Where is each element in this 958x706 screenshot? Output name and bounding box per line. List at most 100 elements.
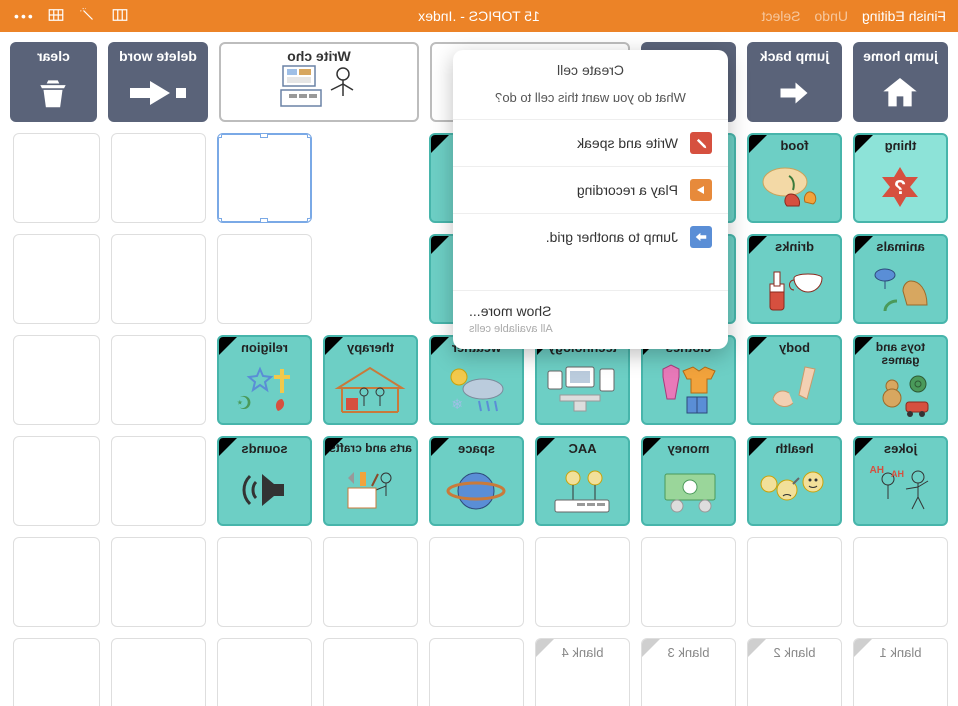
empty-cell[interactable] xyxy=(13,335,100,425)
sounds-icon xyxy=(222,458,307,521)
fold-icon xyxy=(536,639,554,657)
religion-icon: ☪ xyxy=(222,357,307,420)
topic-money[interactable]: money xyxy=(641,436,736,526)
cmd-label: jump back xyxy=(760,48,829,64)
empty-cell[interactable] xyxy=(111,234,206,324)
blank-label: blank 3 xyxy=(668,645,710,660)
drinks-icon xyxy=(752,256,837,319)
topic-religion[interactable]: religion ☪ xyxy=(217,335,312,425)
empty-cell[interactable] xyxy=(111,133,206,223)
topic-jokes[interactable]: jokes HAHA xyxy=(853,436,948,526)
option-play-recording[interactable]: Play a recording xyxy=(453,167,728,213)
fold-icon xyxy=(325,337,343,355)
question-icon: ? xyxy=(858,155,943,218)
topic-label: sounds xyxy=(241,442,287,456)
show-more-button[interactable]: Show more... xyxy=(453,291,728,323)
empty-cell[interactable] xyxy=(13,537,100,627)
fold-icon xyxy=(537,438,555,456)
empty-cell[interactable] xyxy=(13,133,100,223)
blank-cell-3[interactable]: blank 3 xyxy=(641,638,736,706)
popup-question: What do you want this cell to do? xyxy=(453,86,728,119)
fold-icon xyxy=(749,337,767,355)
empty-cell[interactable] xyxy=(429,638,524,706)
topic-animals[interactable]: animals xyxy=(853,234,948,324)
cmd-delete-word[interactable]: delete word xyxy=(108,42,208,122)
empty-cell-selected[interactable] xyxy=(217,133,312,223)
fold-icon xyxy=(749,438,767,456)
trash-icon xyxy=(14,68,93,118)
empty-cell[interactable] xyxy=(111,537,206,627)
select-button[interactable]: Select xyxy=(762,8,801,24)
blank-label: blank 4 xyxy=(562,645,604,660)
empty-cell[interactable] xyxy=(111,638,206,706)
empty-cell[interactable] xyxy=(217,537,312,627)
option-label: Jump to another grid. xyxy=(546,229,678,245)
cmd-jump-home[interactable]: jump home xyxy=(853,42,948,122)
topic-aac[interactable]: AAC xyxy=(535,436,630,526)
space-icon xyxy=(434,458,519,521)
empty-cell[interactable] xyxy=(111,335,206,425)
empty-cell[interactable] xyxy=(217,638,312,706)
empty-cell[interactable] xyxy=(13,234,100,324)
empty-cell[interactable] xyxy=(13,436,100,526)
finish-editing-button[interactable]: Finish Editing xyxy=(862,8,946,24)
cmd-label: Write cho xyxy=(287,48,351,64)
empty-cell[interactable] xyxy=(535,537,630,627)
topic-therapy[interactable]: therapy xyxy=(323,335,418,425)
home-icon xyxy=(857,68,944,118)
topic-food[interactable]: food xyxy=(747,133,842,223)
topic-drinks[interactable]: drinks xyxy=(747,234,842,324)
option-write-speak[interactable]: Write and speak xyxy=(453,120,728,166)
more-icon[interactable]: ••• xyxy=(12,8,33,24)
arrow-right-icon xyxy=(690,226,712,248)
fold-icon xyxy=(855,337,873,355)
cmd-write-cho[interactable]: Write cho xyxy=(219,42,419,122)
cmd-jump-back[interactable]: jump back xyxy=(747,42,842,122)
wand-icon[interactable] xyxy=(79,6,97,27)
fold-icon xyxy=(748,639,766,657)
option-jump-grid[interactable]: Jump to another grid. xyxy=(453,214,728,260)
clothes-icon xyxy=(646,357,731,420)
fold-icon xyxy=(643,438,661,456)
fold-icon xyxy=(855,438,873,456)
topic-arts-crafts[interactable]: arts and crafts xyxy=(323,436,418,526)
empty-cell[interactable] xyxy=(217,234,312,324)
empty-cell[interactable] xyxy=(323,537,418,627)
topic-health[interactable]: health xyxy=(747,436,842,526)
empty-cell[interactable] xyxy=(641,537,736,627)
empty-cell[interactable] xyxy=(747,537,842,627)
topic-label: food xyxy=(780,139,808,153)
empty-cell[interactable] xyxy=(13,638,100,706)
topic-sounds[interactable]: sounds xyxy=(217,436,312,526)
topic-label: space xyxy=(458,442,495,456)
fold-icon xyxy=(749,135,767,153)
blank-cell-1[interactable]: blank 1 xyxy=(853,638,948,706)
blank-cell-4[interactable]: blank 4 xyxy=(535,638,630,706)
empty-cell[interactable] xyxy=(853,537,948,627)
grid-cols-icon[interactable] xyxy=(111,6,129,27)
undo-button[interactable]: Undo xyxy=(814,8,847,24)
svg-text:HA: HA xyxy=(870,465,884,476)
empty-cell[interactable] xyxy=(111,436,206,526)
fold-icon xyxy=(431,337,449,355)
cmd-clear[interactable]: clear xyxy=(10,42,97,122)
topic-label: drinks xyxy=(775,240,814,254)
technology-icon xyxy=(540,357,625,420)
fold-icon xyxy=(854,639,872,657)
fold-icon xyxy=(431,135,449,153)
topic-thing[interactable]: thing ? xyxy=(853,133,948,223)
fold-icon xyxy=(855,135,873,153)
topic-space[interactable]: space xyxy=(429,436,524,526)
fold-icon xyxy=(431,236,449,254)
fold-icon xyxy=(219,438,237,456)
therapy-icon xyxy=(328,357,413,420)
topic-toys-games[interactable]: toys and games xyxy=(853,335,948,425)
blank-label: blank 2 xyxy=(774,645,816,660)
empty-cell[interactable] xyxy=(323,638,418,706)
fold-icon xyxy=(642,639,660,657)
grid-icon[interactable] xyxy=(47,6,65,27)
blank-cell-2[interactable]: blank 2 xyxy=(747,638,842,706)
topic-body[interactable]: body xyxy=(747,335,842,425)
fold-icon xyxy=(749,236,767,254)
empty-cell[interactable] xyxy=(429,537,524,627)
